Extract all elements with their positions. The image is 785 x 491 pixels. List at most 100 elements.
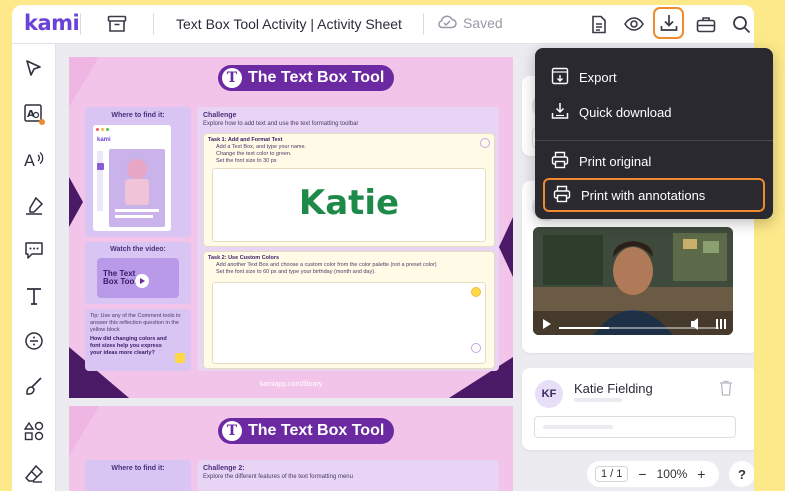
eye-icon[interactable] bbox=[623, 13, 645, 35]
brush-icon[interactable] bbox=[21, 373, 47, 399]
top-toolbar: kami Text Box Tool Activity | Activity S… bbox=[12, 5, 754, 44]
page-title-text: The Text Box Tool bbox=[248, 422, 385, 439]
menu-divider bbox=[535, 140, 773, 141]
checkbox-icon[interactable] bbox=[471, 343, 481, 353]
task2-item: Set the font size to 60 px and type your… bbox=[216, 269, 376, 275]
menu-label: Quick download bbox=[579, 104, 672, 120]
page-2[interactable]: T The Text Box Tool Where to find it: Ch… bbox=[69, 406, 513, 491]
video-player[interactable] bbox=[533, 227, 733, 335]
zoom-out-button[interactable]: − bbox=[638, 466, 646, 482]
tip-panel: Tip: Use any of the Comment tools to ans… bbox=[85, 309, 191, 371]
task2-title: Task 2: Use Custom Colors bbox=[208, 255, 280, 261]
zoom-in-button[interactable]: + bbox=[697, 466, 705, 482]
task1-answer-area[interactable]: Katie bbox=[212, 168, 486, 242]
printer-icon bbox=[551, 151, 569, 172]
menu-item-print-original[interactable]: Print original bbox=[543, 146, 765, 176]
comment-card-3[interactable]: KF Katie Fielding bbox=[522, 368, 754, 450]
yellow-dot-icon[interactable] bbox=[471, 287, 481, 297]
equation-icon[interactable] bbox=[21, 328, 47, 354]
trash-icon[interactable] bbox=[718, 379, 734, 397]
cloud-check-icon bbox=[437, 14, 457, 32]
comment-icon[interactable] bbox=[21, 237, 47, 263]
challenge-desc: Explore how to add text and use the text… bbox=[203, 121, 359, 127]
reply-input[interactable] bbox=[534, 416, 736, 438]
document-title[interactable]: Text Box Tool Activity | Activity Sheet bbox=[176, 16, 402, 32]
text-to-speech-icon[interactable]: A bbox=[21, 146, 47, 172]
page-indicator[interactable]: 1 / 1 bbox=[595, 466, 629, 482]
menu-label: Export bbox=[579, 69, 617, 85]
challenge-panel: Challenge 2: Explore the different featu… bbox=[197, 460, 499, 491]
task2-card: Task 2: Use Custom Colors Add another Te… bbox=[203, 251, 495, 369]
checkbox-icon[interactable] bbox=[480, 138, 490, 148]
input-placeholder bbox=[543, 425, 613, 429]
page-title: T The Text Box Tool bbox=[218, 65, 395, 91]
left-tool-sidebar: A A bbox=[12, 44, 56, 491]
task2-answer-area[interactable] bbox=[212, 282, 486, 364]
mini-illustration bbox=[115, 159, 159, 218]
text-tool-icon[interactable] bbox=[21, 283, 47, 309]
select-tool-icon[interactable] bbox=[21, 56, 47, 82]
window-dots bbox=[96, 128, 126, 131]
divider bbox=[80, 13, 81, 35]
shapes-icon[interactable] bbox=[21, 418, 47, 444]
menu-label: Print with annotations bbox=[581, 187, 706, 203]
saved-label: Saved bbox=[463, 15, 503, 31]
challenge-desc: Explore the different features of the te… bbox=[203, 474, 353, 480]
challenge-title: Challenge 2: bbox=[203, 465, 245, 472]
video-frame bbox=[533, 227, 733, 335]
play-icon[interactable] bbox=[135, 274, 149, 288]
where-heading: Where to find it: bbox=[111, 465, 165, 472]
download-button[interactable] bbox=[653, 7, 684, 39]
where-panel: Where to find it: kami bbox=[85, 107, 191, 237]
menu-item-export[interactable]: Export bbox=[543, 62, 765, 92]
yellow-answer-block[interactable] bbox=[175, 353, 185, 363]
task1-title: Task 1: Add and Format Text bbox=[208, 137, 283, 143]
page-zoom-controls: 1 / 1 − 100% + bbox=[587, 461, 719, 487]
tip-text: Tip: Use any of the Comment tools to ans… bbox=[90, 313, 181, 333]
mini-text-tool bbox=[97, 163, 104, 170]
highlighter-icon[interactable] bbox=[21, 193, 47, 219]
archive-icon[interactable] bbox=[106, 13, 128, 35]
divider bbox=[153, 13, 154, 35]
download-icon bbox=[660, 14, 678, 32]
briefcase-icon[interactable] bbox=[695, 13, 717, 35]
name-text-box[interactable]: Katie bbox=[213, 183, 485, 223]
challenge-title: Challenge bbox=[203, 112, 237, 119]
video-panel: Watch the video: The Text Box Tool bbox=[85, 242, 191, 304]
mini-kami-logo: kami bbox=[97, 137, 111, 143]
download-menu: Export Quick download Print original Pri… bbox=[535, 48, 773, 219]
task2-item: Add another Text Box and choose a custom… bbox=[216, 262, 437, 268]
help-button[interactable]: ? bbox=[729, 461, 754, 487]
dictionary-icon[interactable]: A bbox=[21, 101, 47, 127]
svg-text:A: A bbox=[24, 151, 35, 169]
eraser-icon[interactable] bbox=[21, 461, 47, 487]
video-thumbnail[interactable]: The Text Box Tool bbox=[97, 258, 179, 298]
menu-label: Print original bbox=[579, 153, 652, 169]
task1-item: Set the font size to 30 px bbox=[216, 158, 277, 164]
page-title: T The Text Box Tool bbox=[218, 418, 395, 444]
quick-download-icon bbox=[551, 102, 569, 123]
text-box-icon: T bbox=[222, 68, 242, 88]
mini-page bbox=[109, 149, 165, 227]
printer-icon bbox=[553, 185, 571, 206]
commenter-name: Katie Fielding bbox=[574, 381, 653, 396]
search-icon[interactable] bbox=[730, 13, 752, 35]
page-footer: kamiapp.com/library bbox=[259, 381, 323, 388]
mini-sidebar bbox=[97, 151, 103, 211]
menu-item-quick-download[interactable]: Quick download bbox=[543, 97, 765, 127]
text-box-icon: T bbox=[222, 421, 242, 441]
zoom-level[interactable]: 100% bbox=[657, 467, 688, 481]
task1-item: Change the text color to green. bbox=[216, 151, 292, 157]
export-icon bbox=[551, 67, 569, 88]
page-title-text: The Text Box Tool bbox=[248, 69, 385, 86]
divider bbox=[423, 13, 424, 35]
page-1[interactable]: T The Text Box Tool Where to find it: ka… bbox=[69, 57, 513, 398]
where-heading: Where to find it: bbox=[111, 112, 165, 119]
timestamp-placeholder bbox=[574, 398, 622, 402]
save-status: Saved bbox=[437, 14, 503, 32]
kami-logo[interactable]: kami bbox=[24, 11, 80, 35]
watch-heading: Watch the video: bbox=[110, 246, 166, 253]
task1-card: Task 1: Add and Format Text Add a Text B… bbox=[203, 133, 495, 247]
document-icon[interactable] bbox=[588, 13, 610, 35]
menu-item-print-with-annotations[interactable]: Print with annotations bbox=[543, 178, 765, 212]
